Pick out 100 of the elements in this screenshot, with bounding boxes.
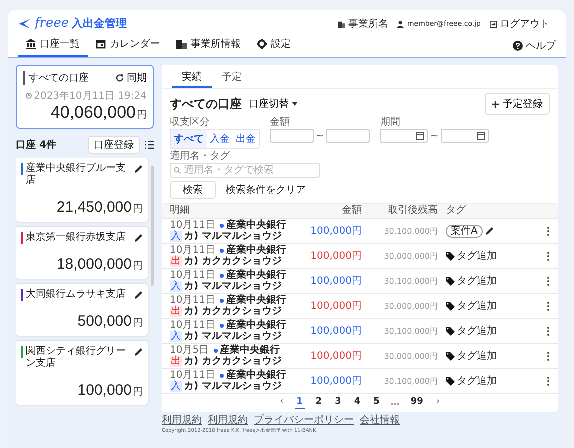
column-header: タグ <box>445 205 467 217</box>
type-badge: 入 <box>170 231 182 242</box>
account-card[interactable]: 東京第一銀行赤坂支店 18,000,000 円 <box>16 227 148 279</box>
balance-cell-text: 30,000,000円 <box>383 350 438 362</box>
page-button[interactable]: 99 <box>408 397 426 409</box>
more-icon[interactable] <box>547 302 550 310</box>
page-button[interactable]: 2 <box>314 397 324 409</box>
calendar-icon <box>416 132 424 140</box>
column-header: 明細 <box>170 205 191 217</box>
more-icon[interactable] <box>547 226 550 236</box>
tag-icon <box>446 326 455 336</box>
search-icon <box>174 167 181 174</box>
register-account-button[interactable]: 口座登録 <box>88 136 140 154</box>
list-icon[interactable] <box>145 141 154 149</box>
type-segment[interactable]: すべて <box>171 130 207 148</box>
currency-unit: 円 <box>133 203 143 216</box>
balance-cell-text: 30,000,000円 <box>383 250 438 262</box>
date-from-field[interactable] <box>380 129 428 143</box>
caret-icon <box>292 102 298 106</box>
type-badge: 入 <box>170 281 182 292</box>
more-icon[interactable] <box>547 376 550 386</box>
updated-time: 2023年10月11日 19:24 <box>34 90 147 103</box>
footer-link[interactable]: プライバシーポリシー <box>254 415 354 426</box>
add-tag-button[interactable]: タグ追加 <box>446 249 497 263</box>
all-accounts-card[interactable]: すべての口座 同期 2023年10月11日 19:24 40,060,000 円 <box>16 65 154 129</box>
balance-cell-text: 30,100,000円 <box>383 326 438 336</box>
range-separator: ~ <box>430 130 439 142</box>
add-tag-button[interactable]: タグ追加 <box>446 299 497 313</box>
bank-dot-icon <box>220 374 224 378</box>
payee-name: カ) カクカクショウジ <box>184 306 282 317</box>
help-link[interactable]: ヘルプ <box>513 38 556 52</box>
footer-link[interactable]: 利用規約 <box>162 415 202 426</box>
amount-cell-text: 100,000円 <box>310 375 362 388</box>
bank-icon <box>26 39 36 49</box>
amount-cell-text: 100,000円 <box>310 300 362 313</box>
filter-label: 金額 <box>270 117 291 128</box>
app-title: 入出金管理 <box>72 16 128 31</box>
amount-max-field[interactable] <box>326 129 370 143</box>
more-icon[interactable] <box>547 326 550 336</box>
account-card[interactable]: 大同銀行ムラサキ支店 500,000 円 <box>16 284 148 336</box>
tag-chip[interactable]: 案件A <box>446 224 483 238</box>
nav-tab[interactable]: 事業所情報 <box>168 34 249 57</box>
amount-cell-text: 100,000円 <box>310 350 362 363</box>
prev-page-button[interactable]: ‹ <box>278 397 286 409</box>
amount-cell-text: 100,000円 <box>310 275 362 288</box>
filter-label: 収支区分 <box>170 117 211 128</box>
page-button[interactable]: 1 <box>294 397 305 409</box>
tab[interactable]: 実績 <box>172 68 212 88</box>
more-icon[interactable] <box>547 252 550 260</box>
page-button[interactable]: 5 <box>372 397 382 409</box>
bank-name: 産業中央銀行 <box>226 220 286 231</box>
account-switch-dropdown[interactable]: 口座切替 <box>249 97 298 111</box>
logout-link[interactable]: ログアウト <box>500 17 550 31</box>
account-balance: 100,000 <box>78 382 132 399</box>
date-to-field[interactable] <box>440 129 489 143</box>
transaction-date: 10月5日 <box>170 345 210 356</box>
amount-min-field[interactable] <box>270 129 314 143</box>
pencil-icon[interactable] <box>135 291 143 299</box>
scrollbar[interactable] <box>151 166 154 286</box>
pencil-icon[interactable] <box>135 234 143 242</box>
transaction-date: 10月11日 <box>170 320 216 331</box>
payee-name: カ) マルマルショウジ <box>184 281 282 292</box>
sync-button[interactable]: 同期 <box>116 71 147 85</box>
account-card[interactable]: 関西シティ銀行グリーン支店 100,000 円 <box>16 341 148 405</box>
account-card[interactable]: 産業中央銀行ブルー支店 21,450,000 円 <box>16 158 148 222</box>
pencil-icon[interactable] <box>486 227 494 235</box>
more-icon[interactable] <box>547 276 550 286</box>
range-separator: ~ <box>316 130 324 142</box>
bank-name: 産業中央銀行 <box>220 345 280 356</box>
account-name: 大同銀行ムラサキ支店 <box>26 289 127 301</box>
more-icon[interactable] <box>547 352 550 360</box>
pencil-icon[interactable] <box>135 348 143 356</box>
search-button[interactable]: 検索 <box>170 181 216 199</box>
add-tag-button[interactable]: タグ追加 <box>446 274 497 288</box>
footer-link[interactable]: 利用規約 <box>208 415 248 426</box>
office-name[interactable]: 事業所名 <box>348 17 388 31</box>
clear-filters-link[interactable]: 検索条件をクリア <box>226 183 306 197</box>
nav-tab[interactable]: カレンダー <box>88 34 168 57</box>
nav-tab[interactable]: 設定 <box>249 34 299 57</box>
logout-icon <box>490 20 497 28</box>
add-tag-button[interactable]: タグ追加 <box>446 349 497 363</box>
bank-dot-icon <box>220 274 224 278</box>
page-button[interactable]: 3 <box>333 397 344 409</box>
page-button[interactable]: 4 <box>352 397 363 409</box>
add-tag-button[interactable]: タグ追加 <box>446 374 497 388</box>
amount-cell-text: 100,000円 <box>310 225 362 238</box>
transaction-date: 10月11日 <box>170 220 216 231</box>
pencil-icon[interactable] <box>135 165 143 173</box>
pagination-ellipsis: … <box>390 398 400 408</box>
tab[interactable]: 予定 <box>212 68 252 88</box>
bank-name: 産業中央銀行 <box>226 320 286 331</box>
balance-cell-text: 30,100,000円 <box>383 376 438 386</box>
footer-link[interactable]: 会社情報 <box>360 415 400 426</box>
account-balance: 21,450,000 <box>56 199 132 216</box>
next-page-button[interactable]: › <box>434 397 442 409</box>
add-plan-button[interactable]: 予定登録 <box>485 93 550 115</box>
amount-cell-text: 100,000円 <box>310 325 362 338</box>
account-name: 東京第一銀行赤坂支店 <box>26 232 127 244</box>
total-amount: 40,060,000 <box>50 103 136 123</box>
add-tag-button[interactable]: タグ追加 <box>446 324 497 338</box>
